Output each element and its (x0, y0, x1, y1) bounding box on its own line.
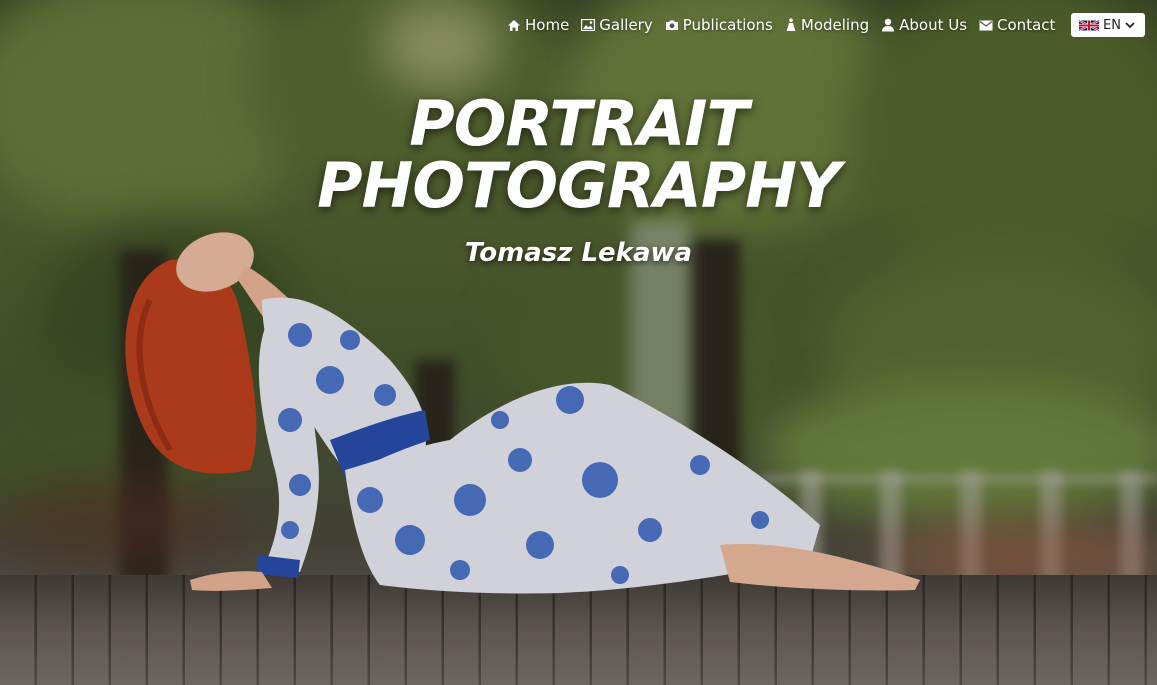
nav-publications[interactable]: Publications (665, 14, 773, 36)
hero-subtitle: Tomasz Lekawa (464, 238, 693, 268)
hero-title-line2: PHOTOGRAPHY (317, 149, 841, 222)
hero-title: PORTRAIT PHOTOGRAPHY (0, 93, 1157, 217)
nav-about-us-label: About Us (899, 16, 968, 34)
nav-contact[interactable]: Contact (979, 14, 1055, 36)
chevron-down-icon (1125, 21, 1135, 28)
home-icon (508, 19, 520, 31)
mail-icon (979, 20, 993, 30)
hero-title-line1: PORTRAIT (409, 87, 748, 160)
language-selector[interactable]: EN (1071, 13, 1145, 37)
person-icon (882, 18, 895, 32)
image-icon (581, 19, 596, 31)
nav-modeling[interactable]: Modeling (785, 14, 869, 36)
nav-about-us[interactable]: About Us (881, 14, 967, 36)
main-nav: Home Gallery Publications Modeling About… (507, 14, 1067, 36)
language-code: EN (1103, 17, 1121, 33)
nav-home[interactable]: Home (507, 14, 569, 36)
camera-icon (665, 20, 678, 30)
nav-contact-label: Contact (997, 16, 1056, 34)
hero-section: Home Gallery Publications Modeling About… (0, 0, 1157, 685)
nav-publications-label: Publications (682, 16, 773, 34)
nav-gallery[interactable]: Gallery (581, 14, 653, 36)
figure-icon (786, 18, 796, 31)
nav-home-label: Home (525, 16, 570, 34)
uk-flag-icon (1079, 19, 1099, 31)
nav-modeling-label: Modeling (800, 16, 870, 34)
nav-gallery-label: Gallery (599, 16, 653, 34)
